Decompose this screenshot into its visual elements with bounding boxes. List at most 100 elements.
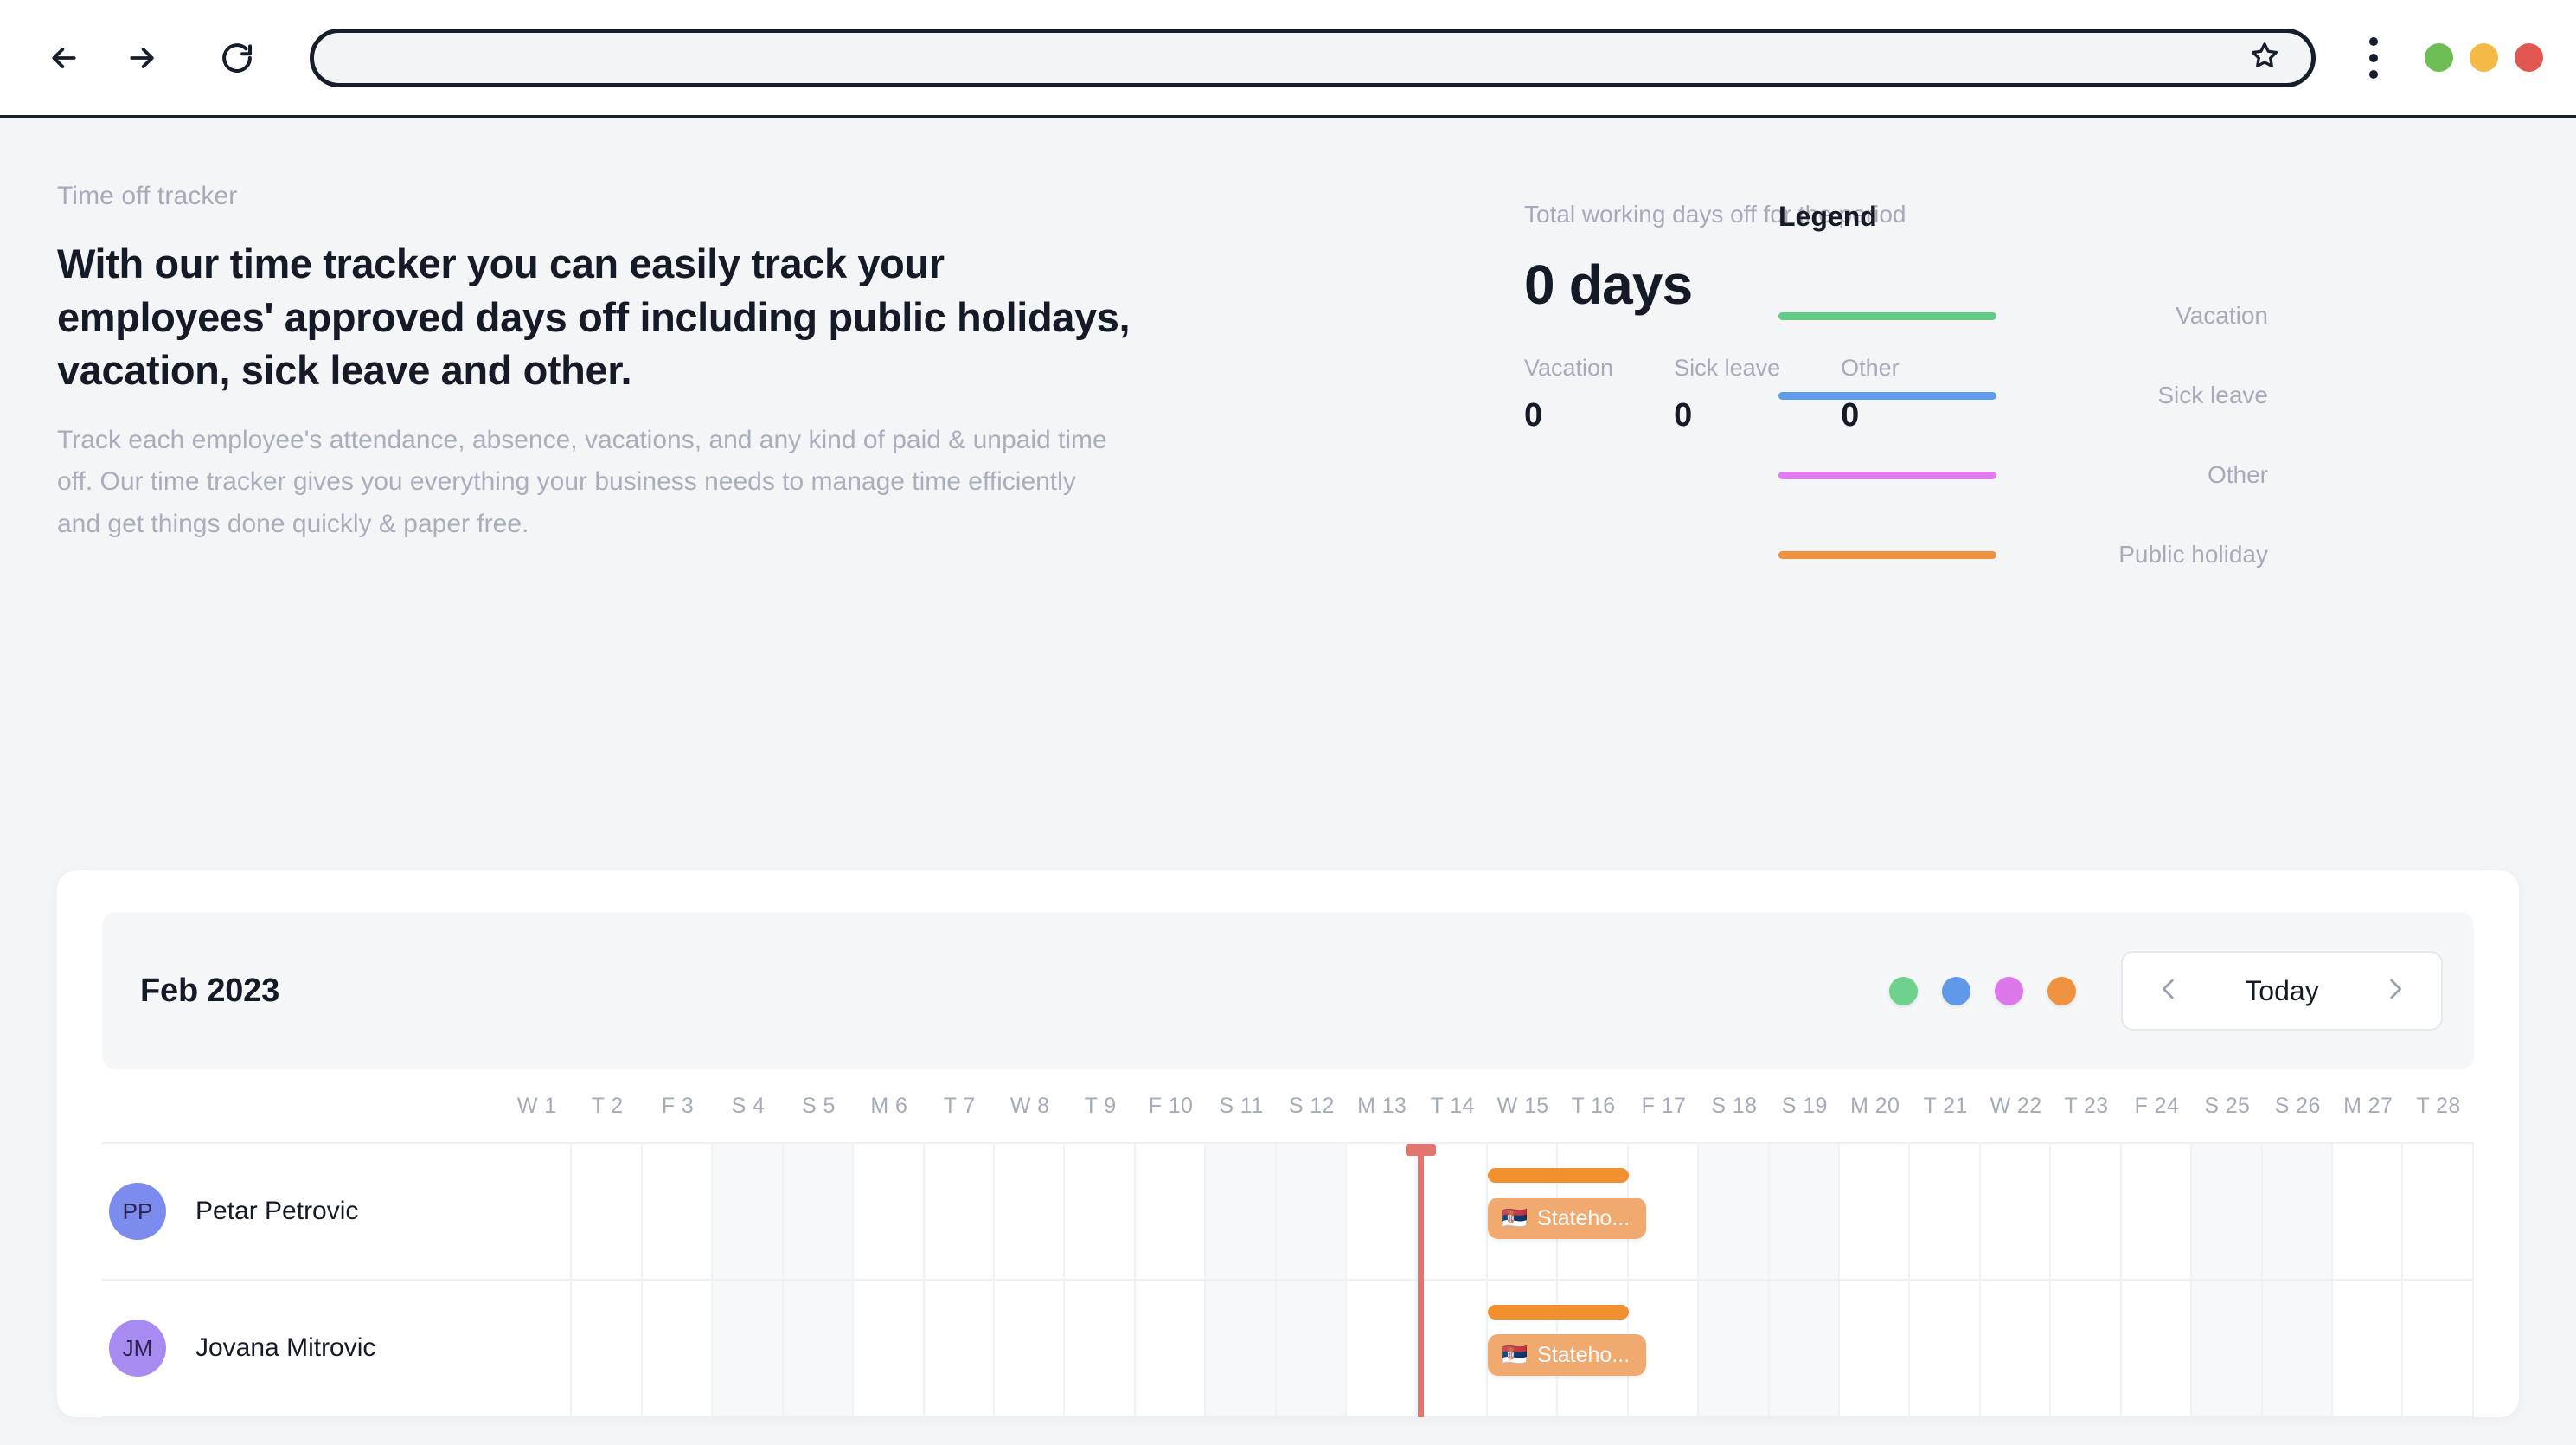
reload-icon: [219, 40, 255, 76]
type-dot-vacation[interactable]: [1889, 976, 1918, 1005]
day-cell-26[interactable]: [2262, 1144, 2333, 1279]
day-cell-3[interactable]: [643, 1281, 714, 1416]
day-cell-28[interactable]: [2403, 1144, 2474, 1279]
day-cell-12[interactable]: [1276, 1144, 1348, 1279]
day-cell-13[interactable]: [1347, 1144, 1418, 1279]
day-cell-14[interactable]: [1417, 1144, 1488, 1279]
legend-item-other: Other: [1778, 435, 2272, 515]
day-header-21: T 21: [1923, 1093, 1968, 1118]
day-cell-27[interactable]: [2333, 1281, 2404, 1416]
day-cell-10[interactable]: [1136, 1144, 1207, 1279]
day-cell-2[interactable]: [572, 1144, 643, 1279]
window-minimize-button[interactable]: [2425, 43, 2453, 72]
kebab-dot: [2369, 69, 2378, 79]
day-cell-14[interactable]: [1417, 1281, 1488, 1416]
window-close-button[interactable]: [2515, 43, 2543, 72]
kebab-dot: [2369, 53, 2378, 62]
day-cell-5[interactable]: [783, 1144, 855, 1279]
day-cell-18[interactable]: [1699, 1144, 1770, 1279]
day-header-2: T 2: [591, 1093, 624, 1118]
event-label: Stateho...: [1537, 1205, 1631, 1230]
calendar-header: Feb 2023 Today: [102, 912, 2474, 1069]
day-header-15: W 15: [1496, 1093, 1549, 1118]
day-cell-6[interactable]: [854, 1281, 925, 1416]
flag-icon: 🇷🇸: [1501, 1205, 1528, 1230]
day-cell-23[interactable]: [2051, 1144, 2122, 1279]
next-period-button[interactable]: [2372, 967, 2419, 1014]
day-cell-6[interactable]: [854, 1144, 925, 1279]
day-cell-9[interactable]: [1065, 1281, 1136, 1416]
day-cell-24[interactable]: [2122, 1144, 2193, 1279]
day-cell-19[interactable]: [1769, 1281, 1841, 1416]
day-cell-24[interactable]: [2122, 1281, 2193, 1416]
day-cell-3[interactable]: [643, 1144, 714, 1279]
day-cell-25[interactable]: [2192, 1144, 2263, 1279]
day-cell-4[interactable]: [713, 1281, 784, 1416]
employee-name: Petar Petrovic: [195, 1197, 359, 1225]
day-cell-2[interactable]: [572, 1281, 643, 1416]
day-cell-21[interactable]: [1910, 1281, 1981, 1416]
day-cell-18[interactable]: [1699, 1281, 1770, 1416]
stats-breakdown: Vacation 0 Sick leave 0 Other 0: [1524, 355, 1900, 434]
bookmark-button[interactable]: [2242, 35, 2287, 80]
day-cell-22[interactable]: [1981, 1281, 2052, 1416]
day-cell-5[interactable]: [783, 1281, 855, 1416]
chevron-left-icon: [2154, 974, 2183, 1008]
day-cell-8[interactable]: [995, 1144, 1066, 1279]
stat-vacation-label: Vacation: [1524, 355, 1614, 381]
day-cell-13[interactable]: [1347, 1281, 1418, 1416]
day-cell-22[interactable]: [1981, 1144, 2052, 1279]
type-dot-public-holiday[interactable]: [2047, 976, 2076, 1005]
type-dot-other[interactable]: [1995, 976, 2023, 1005]
day-cell-1[interactable]: [502, 1144, 573, 1279]
employee-info: PP Petar Petrovic: [102, 1144, 502, 1279]
day-header-25: S 25: [2204, 1093, 2251, 1118]
prev-period-button[interactable]: [2145, 967, 2192, 1014]
day-cell-11[interactable]: [1206, 1281, 1277, 1416]
day-cell-4[interactable]: [713, 1144, 784, 1279]
day-cell-28[interactable]: [2403, 1281, 2474, 1416]
browser-menu-button[interactable]: [2354, 30, 2393, 86]
day-cell-21[interactable]: [1910, 1144, 1981, 1279]
day-cell-20[interactable]: [1840, 1281, 1911, 1416]
day-cell-7[interactable]: [925, 1144, 995, 1279]
calendar-month-label: Feb 2023: [140, 972, 280, 1009]
day-cell-20[interactable]: [1840, 1144, 1911, 1279]
event-pill[interactable]: 🇷🇸 Stateho...: [1488, 1334, 1647, 1376]
day-cell-12[interactable]: [1276, 1281, 1348, 1416]
legend-panel: Legend Vacation Sick leave Other Public …: [1770, 182, 2272, 594]
day-header-10: F 10: [1148, 1093, 1194, 1118]
browser-controls: [2354, 30, 2543, 86]
event-bar[interactable]: [1488, 1168, 1629, 1183]
employee-rows: PP Petar Petrovic 🇷🇸 Stateho... JM Jovana Mit…: [102, 1142, 2474, 1417]
employee-track: 🇷🇸 Stateho...: [502, 1144, 2474, 1279]
day-cell-23[interactable]: [2051, 1281, 2122, 1416]
day-cell-25[interactable]: [2192, 1281, 2263, 1416]
hero-text-block: Time off tracker With our time tracker y…: [57, 182, 1199, 545]
day-cell-19[interactable]: [1769, 1144, 1841, 1279]
stat-sick-leave: Sick leave 0: [1674, 355, 1780, 434]
day-cell-8[interactable]: [995, 1281, 1066, 1416]
window-maximize-button[interactable]: [2470, 43, 2498, 72]
url-bar[interactable]: [310, 28, 2316, 87]
stat-sick-leave-label: Sick leave: [1674, 355, 1781, 381]
day-cell-1[interactable]: [502, 1281, 573, 1416]
day-header-14: T 14: [1430, 1093, 1475, 1118]
event-bar[interactable]: [1488, 1305, 1629, 1320]
day-cell-27[interactable]: [2333, 1144, 2404, 1279]
forward-button[interactable]: [114, 30, 170, 86]
day-header-3: F 3: [661, 1093, 695, 1118]
back-button[interactable]: [36, 30, 92, 86]
today-button[interactable]: Today: [2245, 975, 2318, 1007]
reload-button[interactable]: [209, 30, 265, 86]
type-dot-sick-leave[interactable]: [1942, 976, 1970, 1005]
day-cell-9[interactable]: [1065, 1144, 1136, 1279]
day-cell-26[interactable]: [2262, 1281, 2333, 1416]
day-cell-7[interactable]: [925, 1281, 995, 1416]
day-header-row: W 1 T 2 F 3 S 4 S 5 M 6 T 7 W 8 T 9 F 10 S 11 S 12 M…: [102, 1069, 2474, 1142]
legend-title: Legend: [1778, 201, 1877, 232]
day-cell-11[interactable]: [1206, 1144, 1277, 1279]
day-cell-10[interactable]: [1136, 1281, 1207, 1416]
day-header-1: W 1: [516, 1093, 557, 1118]
event-pill[interactable]: 🇷🇸 Stateho...: [1488, 1198, 1647, 1239]
